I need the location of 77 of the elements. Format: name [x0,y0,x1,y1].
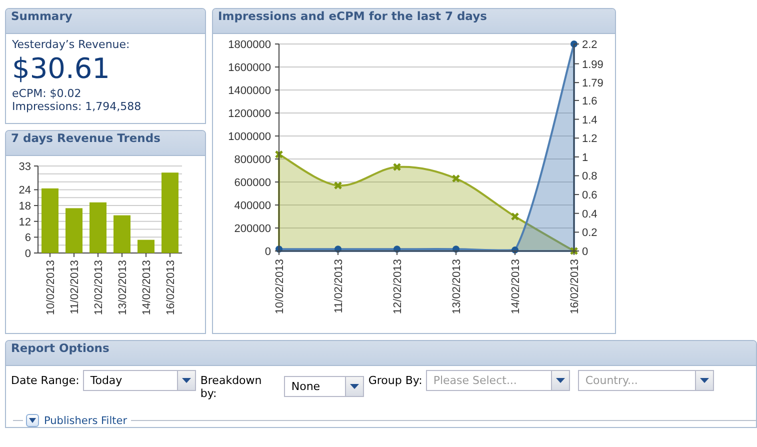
axis-label: 12/02/2013 [392,259,404,314]
axis-label: 14/02/2013 [141,260,153,316]
data-point [334,182,342,190]
bar [114,215,130,253]
axis-label: 10/02/2013 [45,260,57,316]
axis-label: 10/02/2013 [274,259,286,314]
axis-label: 13/02/2013 [117,260,129,316]
axis-label: 400000 [234,200,271,212]
data-point [334,246,342,253]
field-label: Group By: [368,373,422,387]
panel-title: Impressions and eCPM for the last 7 days [218,9,487,23]
axis-label: 11/02/2013 [333,259,345,314]
axis-label: 1600000 [228,62,271,74]
axis-label: 1400000 [228,85,271,97]
axis-label: 2.2 [582,39,598,51]
caret-icon [556,378,566,384]
axis-label: 24 [18,184,31,197]
panel-title: Report Options [11,341,110,355]
panel-title: Summary [11,9,72,23]
filter-label: Publishers Filter [44,414,128,426]
data-point [275,150,283,158]
axis-label: 1.4 [582,114,598,126]
axis-label: 1.6 [582,95,598,108]
data-point [512,246,518,254]
axis-label: 0.2 [582,227,598,240]
data-point [570,40,578,48]
data-point [452,246,460,253]
axis-label: 11/02/2013 [69,260,81,314]
axis-label: 1.79 [582,78,604,90]
axis-label: 1800000 [228,39,271,51]
bar [42,188,58,253]
dropdown-field[interactable]: Today [83,370,196,391]
data-point [511,212,519,220]
axis-label: 16/02/2013 [165,260,177,316]
axis-label: 0.8 [582,170,598,183]
data-point [570,247,578,255]
axis-label: 200000 [234,223,271,235]
axis-label: 1200000 [228,108,271,120]
impressions-text: Impressions: 1,794,588 [12,100,142,113]
expand-toggle-button[interactable] [26,414,39,427]
axis-label: 13/02/2013 [451,259,463,314]
axis-label: 12 [18,216,31,228]
axis-label: 0.6 [582,190,598,202]
revenue-label: Yesterday’s Revenue: [12,38,131,51]
axis-label: 14/02/2013 [510,259,522,314]
bar [66,208,82,253]
axis-label: 1 [582,152,588,164]
caret-icon [700,378,710,384]
axis-label: 1000000 [228,131,271,143]
bar [90,202,106,253]
axis-label: 600000 [234,177,271,189]
axis-label: 0 [24,248,31,260]
axis-label: 0.4 [582,208,598,220]
field-label: Date Range: [11,373,80,387]
axis-label: 0 [582,246,588,258]
axis-label: 18 [18,200,31,213]
data-point [452,174,460,182]
data-point [276,246,282,253]
axis-label: 1.2 [582,133,598,146]
dropdown-field[interactable]: None [284,376,364,397]
caret-icon [350,384,360,390]
caret-icon [182,378,192,384]
axis-label: 16/02/2013 [569,259,581,314]
ecpm-text: eCPM: $0.02 [12,87,82,100]
caret-icon [29,418,36,423]
axis-label: 800000 [234,154,271,166]
axis-label: 33 [18,161,31,173]
panel-title: 7 days Revenue Trends [11,131,160,145]
revenue-amount: $30.61 [12,51,111,87]
field-label: Breakdown by: [200,373,263,400]
axis-label: 0 [264,246,271,258]
bar [138,240,154,253]
axis-label: 1.99 [582,58,604,71]
axis-label: 6 [24,232,31,244]
data-point [393,163,401,171]
axis-label: 12/02/2013 [93,260,105,316]
data-point [394,246,400,253]
